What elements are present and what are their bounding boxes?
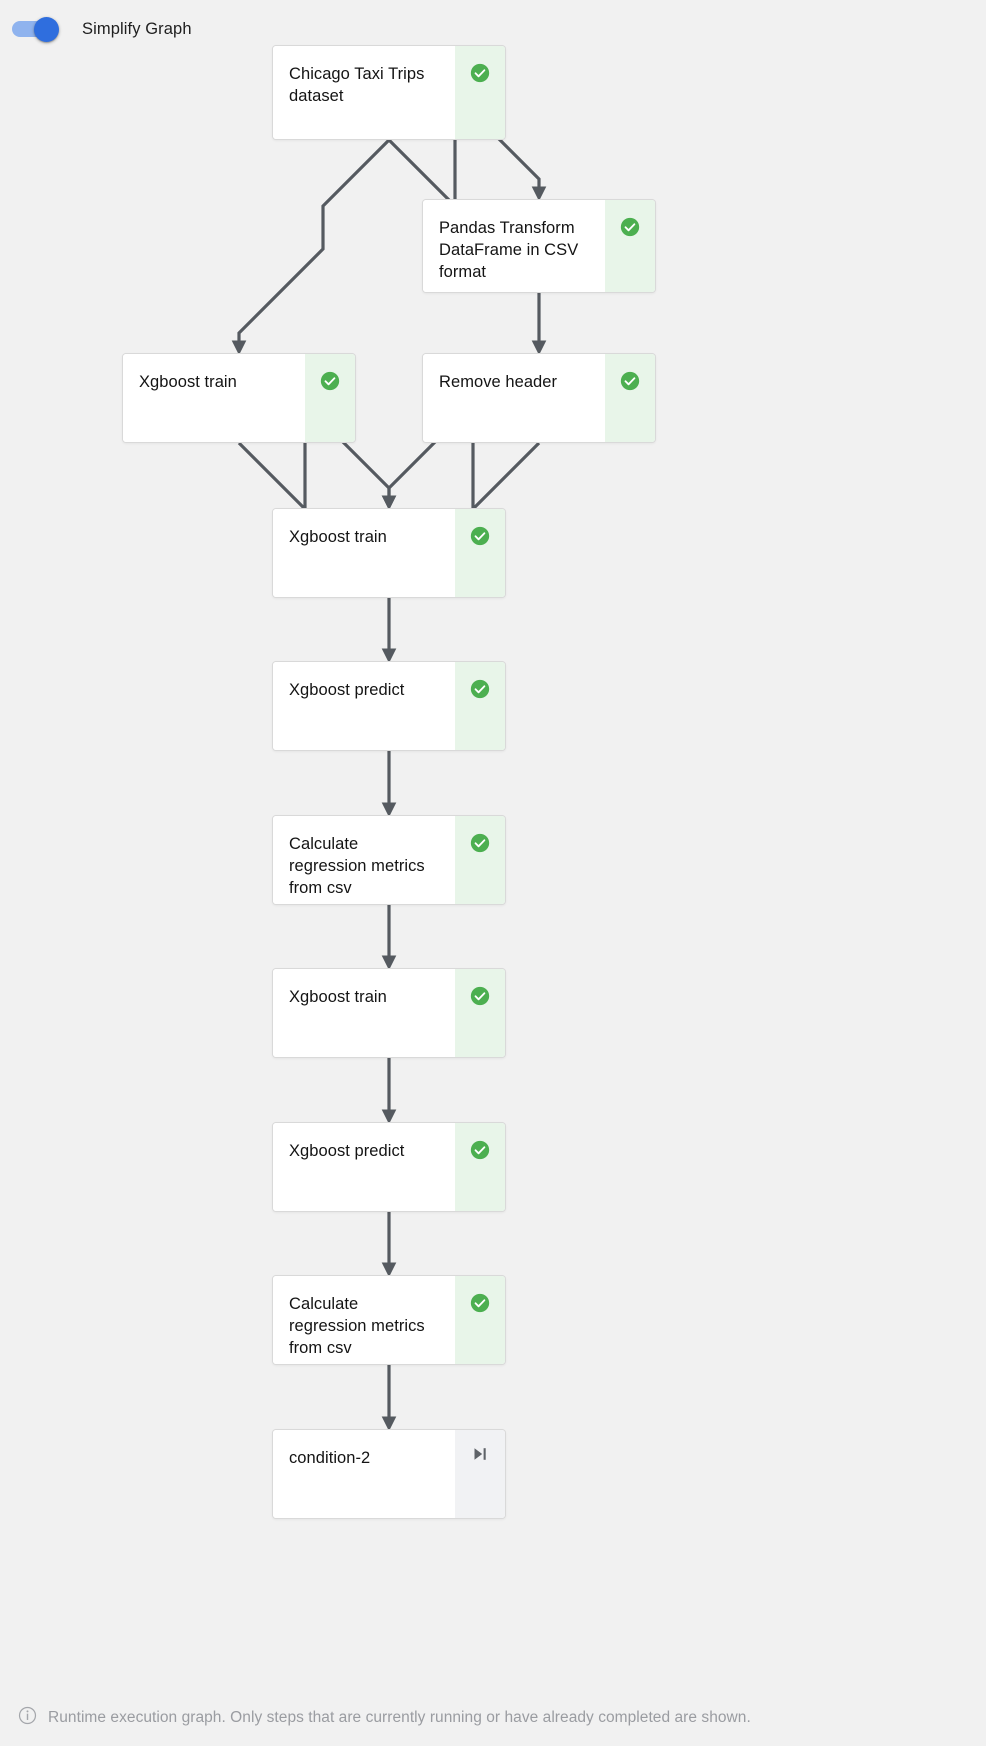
check-circle-icon <box>320 371 340 391</box>
graph-node-status <box>455 1123 505 1211</box>
check-circle-icon <box>470 526 490 546</box>
graph-node-label: Calculate regression metrics from csv <box>289 835 425 897</box>
graph-footer-note: Runtime execution graph. Only steps that… <box>48 1709 751 1726</box>
graph-node[interactable]: Calculate regression metrics from csv <box>272 1275 506 1365</box>
graph-node-label: Remove header <box>439 373 558 391</box>
check-circle-icon <box>620 371 640 391</box>
graph-node-body: condition-2 <box>273 1430 455 1518</box>
graph-canvas[interactable]: Chicago Taxi Trips dataset Pandas Transfo… <box>0 0 986 1690</box>
graph-node[interactable]: Remove header <box>422 353 656 443</box>
graph-node-label: Calculate regression metrics from csv <box>289 1295 425 1357</box>
runtime-execution-graph-panel: Simplify Graph Chicago Taxi Trips datase… <box>0 0 986 1746</box>
graph-node-status <box>455 1276 505 1364</box>
graph-node[interactable]: Chicago Taxi Trips dataset <box>272 45 506 140</box>
graph-node-label: Xgboost predict <box>289 1142 405 1160</box>
skip-next-icon <box>474 1448 486 1460</box>
graph-node[interactable]: Xgboost predict <box>272 1122 506 1212</box>
graph-node[interactable]: condition-2 <box>272 1429 506 1519</box>
graph-node-label: Xgboost train <box>139 373 237 391</box>
graph-node-label: Xgboost train <box>289 988 387 1006</box>
graph-node-body: Calculate regression metrics from csv <box>273 816 455 904</box>
graph-node[interactable]: Calculate regression metrics from csv <box>272 815 506 905</box>
graph-node[interactable]: Xgboost train <box>272 508 506 598</box>
graph-node-label: Xgboost train <box>289 528 387 546</box>
graph-node-label: Chicago Taxi Trips dataset <box>289 65 425 105</box>
graph-node-body: Xgboost train <box>273 969 455 1057</box>
check-circle-icon <box>470 833 490 853</box>
check-circle-icon <box>470 1140 490 1160</box>
graph-node-status <box>605 200 655 292</box>
graph-node-body: Xgboost predict <box>273 1123 455 1211</box>
graph-node-body: Xgboost train <box>123 354 305 442</box>
info-circle-icon <box>18 1706 37 1730</box>
graph-node-status <box>455 969 505 1057</box>
check-circle-icon <box>470 679 490 699</box>
graph-node-status <box>605 354 655 442</box>
graph-node-body: Pandas Transform DataFrame in CSV format <box>423 200 605 292</box>
graph-node-body: Chicago Taxi Trips dataset <box>273 46 455 139</box>
graph-node-status <box>455 509 505 597</box>
check-circle-icon <box>470 63 490 83</box>
graph-node-label: Pandas Transform DataFrame in CSV format <box>439 219 579 281</box>
check-circle-icon <box>470 1293 490 1313</box>
check-circle-icon <box>620 217 640 237</box>
graph-node-status <box>455 1430 505 1518</box>
graph-node-body: Calculate regression metrics from csv <box>273 1276 455 1364</box>
graph-node-label: condition-2 <box>289 1449 371 1467</box>
graph-node-status <box>455 662 505 750</box>
graph-node-status <box>455 46 505 139</box>
graph-node[interactable]: Xgboost train <box>122 353 356 443</box>
graph-node-body: Xgboost predict <box>273 662 455 750</box>
graph-node[interactable]: Pandas Transform DataFrame in CSV format <box>422 199 656 293</box>
graph-node-body: Remove header <box>423 354 605 442</box>
graph-node-status <box>455 816 505 904</box>
graph-node-status <box>305 354 355 442</box>
graph-node-label: Xgboost predict <box>289 681 405 699</box>
check-circle-icon <box>470 986 490 1006</box>
graph-node[interactable]: Xgboost predict <box>272 661 506 751</box>
graph-footer: Runtime execution graph. Only steps that… <box>0 1690 986 1746</box>
graph-node[interactable]: Xgboost train <box>272 968 506 1058</box>
graph-node-body: Xgboost train <box>273 509 455 597</box>
graph-edge <box>231 138 391 356</box>
